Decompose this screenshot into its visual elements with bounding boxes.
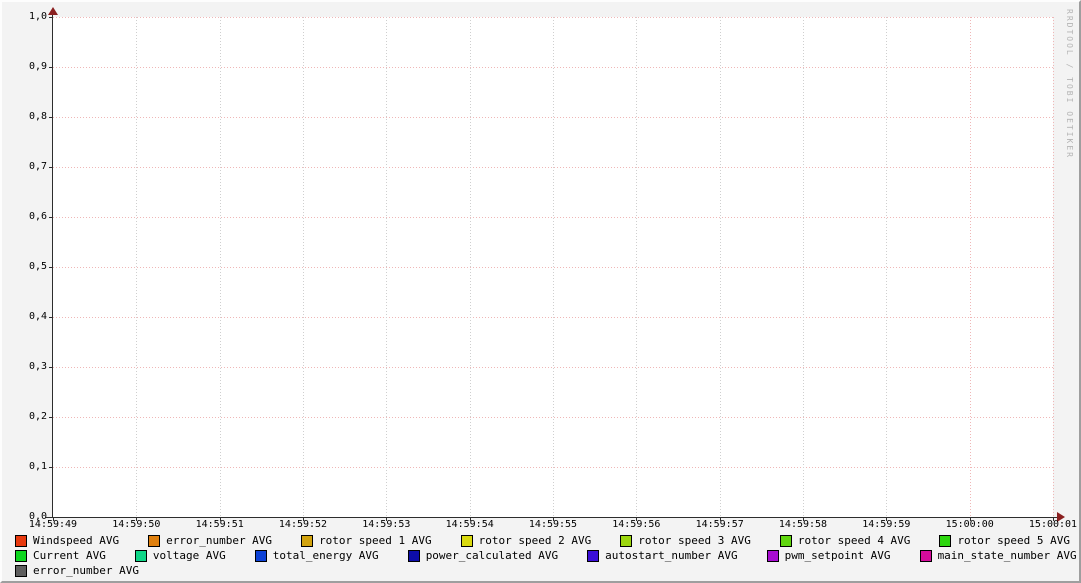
x-tick [970,518,971,521]
y-tick [49,67,53,68]
y-tick [49,217,53,218]
legend-row: Windspeed AVG error_number AVG rotor speed… [15,533,1077,548]
legend-swatch-icon [939,535,951,547]
legend-label: total_energy AVG [273,549,379,562]
v-gridline [553,17,554,517]
legend-label: rotor speed 3 AVG [638,534,751,547]
x-tick [553,518,554,521]
x-tick [803,518,804,521]
y-tick-label: 0,6 [2,211,47,222]
legend-label: rotor speed 2 AVG [479,534,592,547]
legend-swatch-icon [780,535,792,547]
y-tick [49,267,53,268]
y-tick [49,367,53,368]
y-tick-label: 0,9 [2,61,47,72]
legend-swatch-icon [301,535,313,547]
legend-item: error_number AVG [148,534,272,547]
x-tick [386,518,387,521]
legend-label: rotor speed 1 AVG [319,534,432,547]
legend-item: rotor speed 5 AVG [939,534,1070,547]
legend-swatch-icon [15,565,27,577]
legend-item: Windspeed AVG [15,534,119,547]
y-tick [49,317,53,318]
legend-swatch-icon [15,535,27,547]
legend-item: total_energy AVG [255,549,379,562]
legend-item: rotor speed 1 AVG [301,534,432,547]
y-tick-label: 0,4 [2,311,47,322]
x-tick [886,518,887,521]
x-tick [303,518,304,521]
v-gridline [220,17,221,517]
legend-row: error_number AVG [15,563,1077,578]
x-tick [53,518,54,521]
legend-swatch-icon [255,550,267,562]
v-gridline [303,17,304,517]
legend-item: autostart_number AVG [587,549,737,562]
y-tick [49,167,53,168]
legend-swatch-icon [461,535,473,547]
legend-label: error_number AVG [33,564,139,577]
y-axis-arrow-icon [48,7,58,15]
legend-label: Windspeed AVG [33,534,119,547]
legend-item: rotor speed 3 AVG [620,534,751,547]
legend-item: main_state_number AVG [920,549,1077,562]
v-gridline [1053,17,1054,517]
x-tick [720,518,721,521]
watermark: RRDTOOL / TOBI OETIKER [1065,9,1074,159]
y-tick [49,417,53,418]
y-tick-label: 0,3 [2,361,47,372]
legend-item: error_number AVG [15,564,139,577]
y-tick-label: 0,5 [2,261,47,272]
y-tick-label: 1,0 [2,11,47,22]
x-tick [220,518,221,521]
y-tick-label: 0,7 [2,161,47,172]
v-gridline [636,17,637,517]
y-tick-label: 0,2 [2,411,47,422]
legend-swatch-icon [587,550,599,562]
legend-swatch-icon [620,535,632,547]
y-tick [49,17,53,18]
legend-item: rotor speed 4 AVG [780,534,911,547]
legend-label: Current AVG [33,549,106,562]
legend-item: Current AVG [15,549,106,562]
legend-label: error_number AVG [166,534,272,547]
legend-item: voltage AVG [135,549,226,562]
v-gridline [803,17,804,517]
legend-swatch-icon [920,550,932,562]
v-gridline [470,17,471,517]
legend-swatch-icon [408,550,420,562]
legend-item: rotor speed 2 AVG [461,534,592,547]
legend-label: rotor speed 5 AVG [957,534,1070,547]
legend-swatch-icon [148,535,160,547]
v-gridline [386,17,387,517]
x-tick [136,518,137,521]
v-gridline [720,17,721,517]
y-tick-label: 0,8 [2,111,47,122]
legend-item: pwm_setpoint AVG [767,549,891,562]
legend-label: main_state_number AVG [938,549,1077,562]
v-gridline [970,17,971,517]
y-tick [49,467,53,468]
v-gridline [136,17,137,517]
legend-label: voltage AVG [153,549,226,562]
y-tick-label: 0,1 [2,461,47,472]
legend: Windspeed AVG error_number AVG rotor speed… [15,533,1077,578]
rrdtool-graph: 1,00,90,80,70,60,50,40,30,20,10,0 14:59:… [0,0,1081,583]
legend-swatch-icon [767,550,779,562]
y-tick [49,117,53,118]
legend-row: Current AVG voltage AVG total_energy AVG po… [15,548,1077,563]
legend-label: rotor speed 4 AVG [798,534,911,547]
legend-item: power_calculated AVG [408,549,558,562]
legend-swatch-icon [15,550,27,562]
y-axis-line [52,13,53,518]
x-tick [470,518,471,521]
x-tick [1053,518,1054,521]
legend-label: power_calculated AVG [426,549,558,562]
x-tick [636,518,637,521]
legend-label: pwm_setpoint AVG [785,549,891,562]
legend-label: autostart_number AVG [605,549,737,562]
v-gridline [886,17,887,517]
plot-canvas [53,17,1053,517]
legend-swatch-icon [135,550,147,562]
